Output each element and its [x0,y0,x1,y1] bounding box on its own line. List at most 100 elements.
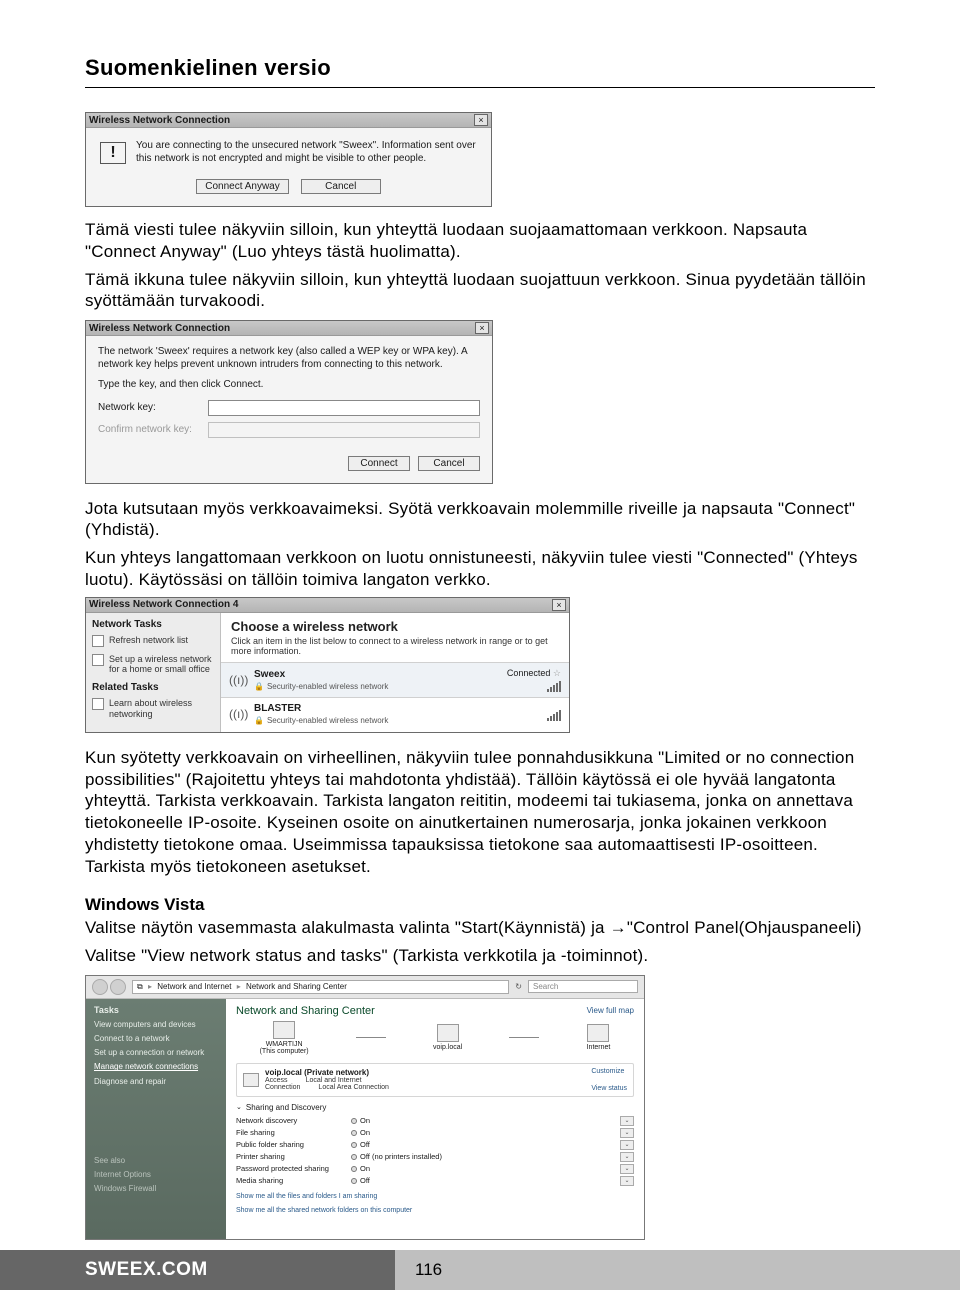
network-security: 🔒 Security-enabled wireless network [254,682,500,691]
sidebar-item-label: Refresh network list [109,635,188,645]
dialog-unsecured-warning: Wireless Network Connection × You are co… [85,112,492,207]
network-item-sweex[interactable]: ((ı)) Sweex 🔒 Security-enabled wireless … [221,662,569,697]
network-key-input[interactable] [208,400,480,416]
sidebar-link-connect[interactable]: Connect to a network [94,1034,218,1043]
sidebar-item-label: Learn about wireless networking [109,698,214,719]
paragraph: Valitse "View network status and tasks" … [85,945,875,967]
sidebar-link-view-computers[interactable]: View computers and devices [94,1020,218,1029]
sd-value: Off [351,1140,620,1149]
subheading-windows-vista: Windows Vista [85,895,875,915]
expand-button[interactable]: ⌄ [620,1128,634,1138]
sidebar-heading: Tasks [94,1005,218,1015]
forward-button[interactable] [110,979,126,995]
window-body: Network Tasks Refresh network list Set u… [86,613,569,732]
sd-row: File sharingOn⌄ [236,1127,634,1139]
sd-row: Media sharingOff⌄ [236,1175,634,1187]
sd-value: On [351,1164,620,1173]
text-span: "Control Panel(Ohjauspaneeli) [627,918,862,937]
text-span: Valitse näytön vasemmasta alakulmasta va… [85,918,610,937]
security-label: Security-enabled wireless network [267,682,388,691]
content: Wireless Network Connection × You are co… [85,112,875,1276]
map-connector [356,1037,386,1038]
expand-button[interactable]: ⌄ [620,1140,634,1150]
breadcrumb[interactable]: ⧉ ▸ Network and Internet ▸ Network and S… [132,980,509,994]
sidebar-link-firewall[interactable]: Windows Firewall [94,1184,218,1193]
dialog-title: Wireless Network Connection [89,115,230,126]
refresh-icon[interactable]: ↻ [515,982,522,991]
sharing-heading: ⌄ Sharing and Discovery [236,1103,634,1112]
sidebar-item-setup[interactable]: Set up a wireless network for a home or … [92,654,214,675]
sd-value: Off [351,1176,620,1185]
sidebar-item-refresh[interactable]: Refresh network list [92,635,214,647]
cancel-button[interactable]: Cancel [418,456,480,471]
sidebar-link-internet-options[interactable]: Internet Options [94,1170,218,1179]
sd-label: Public folder sharing [236,1140,351,1149]
header-rule [85,87,875,88]
network-name: BLASTER [254,703,540,714]
sidebar-item-learn[interactable]: Learn about wireless networking [92,698,214,719]
expand-button[interactable]: ⌄ [620,1176,634,1186]
network-status-area [547,708,561,721]
lock-icon: 🔒 [254,716,264,725]
cancel-button[interactable]: Cancel [301,179,381,194]
map-node-label: Internet [587,1044,611,1051]
network-name: voip.local (Private network) [265,1068,585,1077]
info-icon [92,698,104,710]
back-button[interactable] [92,979,108,995]
sidebar: Tasks View computers and devices Connect… [86,999,226,1239]
dialog-titlebar: Wireless Network Connection × [86,321,492,336]
kv-value: Local Area Connection [318,1084,388,1091]
map-node-sublabel: (This computer) [260,1048,309,1055]
sd-label: Printer sharing [236,1152,351,1161]
router-icon [437,1024,459,1042]
wireless-icon: ((ı)) [229,707,247,721]
panel-subtext: Click an item in the list below to conne… [221,636,569,663]
footer-link[interactable]: Show me all the shared network folders o… [236,1206,634,1215]
signal-bars-icon [507,681,561,692]
sidebar-link-diagnose[interactable]: Diagnose and repair [94,1077,218,1086]
main-panel: Choose a wireless network Click an item … [221,613,569,732]
footer-link[interactable]: Show me all the files and folders I am s… [236,1192,634,1201]
sd-row: Public folder sharingOff⌄ [236,1139,634,1151]
sidebar-link-setup[interactable]: Set up a connection or network [94,1048,218,1057]
expand-button[interactable]: ⌄ [620,1164,634,1174]
setup-icon [92,654,104,666]
expand-button[interactable]: ⌄ [620,1116,634,1126]
dialog-titlebar: Wireless Network Connection × [86,113,491,128]
network-item-blaster[interactable]: ((ı)) BLASTER 🔒 Security-enabled wireles… [221,697,569,730]
confirm-key-label: Confirm network key: [98,424,208,435]
sd-label: Media sharing [236,1176,351,1185]
close-icon[interactable]: × [474,114,488,126]
connect-anyway-button[interactable]: Connect Anyway [196,179,289,194]
signal-bars-icon [547,710,561,721]
arrow-right-icon: → [610,918,627,937]
dialog-title: Wireless Network Connection [89,323,230,334]
sd-value: Off (no printers installed) [351,1152,620,1161]
map-node-label: WMARTIJN [260,1041,309,1048]
customize-link[interactable]: Customize [591,1068,627,1075]
close-icon[interactable]: × [475,322,489,334]
radio-icon [351,1130,357,1136]
view-status-link[interactable]: View status [591,1085,627,1092]
kv-value: Local and Internet [306,1077,362,1084]
page-header: Suomenkielinen versio [85,55,875,88]
window-titlebar: Wireless Network Connection 4 × [86,598,569,613]
sd-value: On [351,1116,620,1125]
expand-button[interactable]: ⌄ [620,1152,634,1162]
network-detail-row: voip.local (Private network) Access Loca… [236,1063,634,1097]
breadcrumb-icon: ⧉ [137,982,143,991]
connect-button[interactable]: Connect [348,456,410,471]
window-body: Tasks View computers and devices Connect… [86,999,644,1239]
sidebar-link-manage-connections[interactable]: Manage network connections [94,1062,218,1071]
warning-icon [100,142,126,164]
heading-label: Sharing and Discovery [246,1103,326,1112]
search-input[interactable]: Search [528,980,638,993]
network-right-links: Customize View status [591,1068,627,1092]
panel-heading: Choose a wireless network [221,613,569,636]
map-connector [509,1037,539,1038]
paragraph: Valitse näytön vasemmasta alakulmasta va… [85,917,875,939]
paragraph: Tämä viesti tulee näkyviin silloin, kun … [85,219,875,263]
map-node-label: voip.local [433,1044,462,1051]
close-icon[interactable]: × [552,599,566,611]
radio-icon [351,1142,357,1148]
